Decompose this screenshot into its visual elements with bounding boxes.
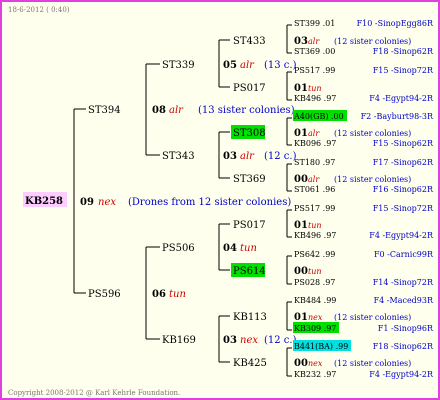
gen4-origin: F18 -Sinop62R [373,47,434,56]
pedigree-chart: 18-6-2012 ( 0:40) Copyright 2008-2012 @ … [8,6,434,397]
gen4-note: (12 sister colonies) [334,175,411,184]
gen4-tag: alr [308,129,320,138]
gen4-origin: F15 -Sinop62R [373,139,434,148]
gen4-number: 00 [294,174,308,185]
gen4-number: 00 [294,266,308,277]
gen4-tag: tun [308,267,322,276]
gen3-id: PS614 [233,266,266,277]
gen3-id: ST433 [233,36,266,47]
gen4-ids: A40(GB) .00 [293,112,344,121]
gen4-origin: F18 -Sinop62R [373,342,434,351]
gen4-note: (12 sister colonies) [334,129,411,138]
gen3-id: KB113 [233,312,267,323]
gen4-origin: F15 -Sinop72R [373,66,434,75]
gen4-sire-ids: KB309 .97 [294,324,336,333]
gen2-number: 03 [223,151,237,162]
gen4-sire-ids: KB232 .97 [294,370,336,379]
gen4-origin: F17 -Sinop62R [373,158,434,167]
gen2-id: KB169 [162,335,196,346]
gen1-number: 06 [152,289,166,300]
gen2-note: (12 c.) [264,151,297,162]
gen4-origin: F4 -Egypt94-2R [369,231,434,240]
gen3-id: PS017 [233,83,266,94]
gen4-tag: alr [308,175,320,184]
subject-id: KB258 [25,196,63,207]
gen2-id: PS506 [162,243,195,254]
gen4-number: 01 [294,128,308,139]
gen4-sire-ids: KB096 .97 [294,139,336,148]
gen4-origin: F14 -Sinop72R [373,278,434,287]
gen4-sire-ids: ST061 .96 [294,185,335,194]
gen4-number: 01 [294,312,308,323]
gen4-origin: F4 -Egypt94-2R [369,94,434,103]
gen4-sire-ids: KB496 .97 [294,231,336,240]
gen4-note: (12 sister colonies) [334,313,411,322]
gen1-id: ST394 [88,105,121,116]
gen4-number: 01 [294,220,308,231]
gen3-id: KB425 [233,358,267,369]
gen4-origin: F2 -Bayburt98-3R [361,112,434,121]
gen2-number: 04 [223,243,237,254]
gen4-sire-ids: ST369 .00 [294,47,335,56]
gen4-note: (12 sister colonies) [334,37,411,46]
gen4-tag: nex [308,359,323,368]
gen2-tag: nex [240,335,258,346]
gen4-number: 00 [294,358,308,369]
gen1-note: (13 sister colonies) [198,105,295,116]
header-date: 18-6-2012 ( 0:40) [8,6,70,14]
footer-copyright: Copyright 2008-2012 @ Karl Kehrle Founda… [8,389,180,397]
gen4-origin: F4 -Egypt94-2R [369,370,434,379]
gen2-note: (12 c.) [264,335,297,346]
gen3-id: PS017 [233,220,266,231]
gen4-ids: PS517 .99 [294,204,335,213]
gen3-id: ST308 [233,128,266,139]
gen4-origin: F4 -Maced93R [374,296,434,305]
gen4-origin: F16 -Sinop62R [373,185,434,194]
pedigree-frame: 18-6-2012 ( 0:40) Copyright 2008-2012 @ … [0,0,440,400]
gen4-number: 01 [294,83,308,94]
gen4-ids: ST180 .97 [294,158,335,167]
gen4-sire-ids: KB496 .97 [294,94,336,103]
gen4-sire-ids: PS028 .97 [294,278,335,287]
gen1-tag: tun [169,289,186,300]
gen4-ids: B441(BA) .99 [294,342,348,351]
gen2-number: 03 [223,335,237,346]
subject-note: (Drones from 12 sister colonies) [128,197,291,208]
gen4-origin: F0 -Carnic99R [374,250,434,259]
gen4-origin: F15 -Sinop72R [373,204,434,213]
gen4-note: (12 sister colonies) [334,359,411,368]
gen2-id: ST339 [162,60,195,71]
gen2-id: ST343 [162,151,195,162]
gen4-tag: alr [308,37,320,46]
gen4-tag: tun [308,221,322,230]
gen4-tag: nex [308,313,323,322]
subject-number: 09 [80,197,94,208]
gen2-note: (13 c.) [264,60,297,71]
gen4-ids: KB484 .99 [294,296,336,305]
gen2-number: 05 [223,60,237,71]
gen4-origin: F10 -SinopEgg86R [357,19,434,28]
gen1-tag: alr [169,105,184,116]
gen4-origin: F1 -Sinop96R [378,324,434,333]
gen3-id: ST369 [233,174,266,185]
gen2-tag: tun [240,243,257,254]
gen2-tag: alr [240,60,255,71]
gen1-id: PS596 [88,289,121,300]
gen1-number: 08 [152,105,166,116]
gen4-ids: ST399 .01 [294,19,335,28]
gen4-ids: PS517 .99 [294,66,335,75]
gen2-tag: alr [240,151,255,162]
pedigree-nodes: KB258 09 nex (Drones from 12 sister colonie… [23,19,434,379]
gen4-ids: PS642 .99 [294,250,335,259]
gen4-tag: tun [308,84,322,93]
subject-tag: nex [98,197,116,208]
gen4-number: 03 [294,36,308,47]
